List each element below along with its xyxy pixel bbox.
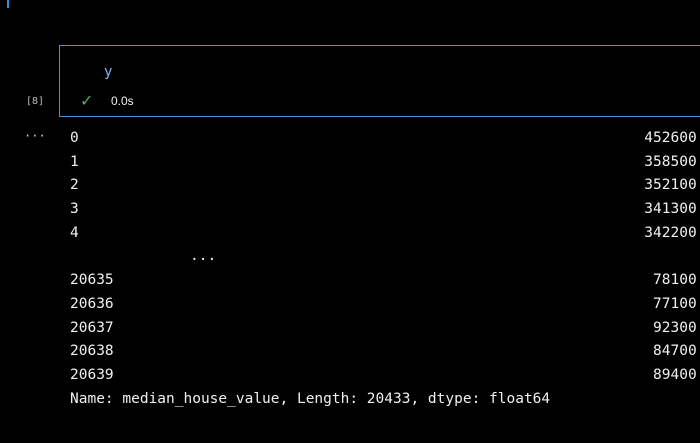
output-index: 3 bbox=[70, 201, 79, 218]
output-index: 20637 bbox=[70, 319, 114, 336]
output-ellipsis-row: ... bbox=[70, 247, 550, 271]
check-icon: ✓ bbox=[80, 91, 94, 110]
output-value: 352100.0 bbox=[644, 177, 700, 194]
execution-time: 0.0s bbox=[111, 94, 134, 108]
output-menu-button[interactable]: ··· bbox=[24, 129, 46, 143]
cell-focus-indicator bbox=[7, 0, 9, 8]
output-index: 0 bbox=[70, 130, 79, 146]
execution-count: [8] bbox=[26, 96, 45, 107]
output-row: 2 352100.0 bbox=[70, 176, 700, 200]
output-ellipsis: ... bbox=[190, 248, 217, 265]
output-series-info: Name: median_house_value, Length: 20433,… bbox=[70, 390, 551, 407]
output-row: 20636 77100.0 bbox=[70, 295, 700, 319]
output-row: 20635 78100.0 bbox=[70, 271, 700, 295]
output-index: 20639 bbox=[70, 366, 114, 383]
output-value: 342200.0 bbox=[644, 224, 700, 241]
output-index: 20635 bbox=[70, 272, 114, 289]
output-value: 92300.0 bbox=[653, 319, 700, 336]
code-cell-editor[interactable]: y bbox=[59, 45, 700, 117]
output-row: 3 341300.0 bbox=[70, 200, 700, 224]
cell-output: 0 452600.0 1 358500.0 2 352100.0 3 341300.0 4 342… bbox=[70, 129, 700, 408]
output-index: 20636 bbox=[70, 295, 114, 312]
notebook-page: y [8] ✓ 0.0s ··· 0 452600.0 1 358500.0 2 3521… bbox=[0, 0, 700, 443]
output-row: 20637 92300.0 bbox=[70, 319, 700, 343]
output-value: 341300.0 bbox=[644, 201, 700, 218]
output-value: 78100.0 bbox=[653, 272, 700, 289]
output-row: 0 452600.0 bbox=[70, 129, 700, 153]
output-value: 452600.0 bbox=[644, 130, 700, 146]
cell-code-text[interactable]: y bbox=[104, 64, 112, 80]
output-value: 89400.0 bbox=[653, 366, 700, 383]
output-value: 358500.0 bbox=[644, 153, 700, 170]
output-index: 4 bbox=[70, 224, 79, 241]
output-row: 20639 89400.0 bbox=[70, 366, 700, 390]
output-index: 20638 bbox=[70, 343, 114, 360]
output-value: 77100.0 bbox=[653, 295, 700, 312]
output-index: 2 bbox=[70, 177, 79, 194]
output-index: 1 bbox=[70, 153, 79, 170]
output-row: 4 342200.0 bbox=[70, 224, 700, 248]
output-value: 84700.0 bbox=[653, 343, 700, 360]
output-row: 1 358500.0 bbox=[70, 153, 700, 177]
output-row: 20638 84700.0 bbox=[70, 342, 700, 366]
